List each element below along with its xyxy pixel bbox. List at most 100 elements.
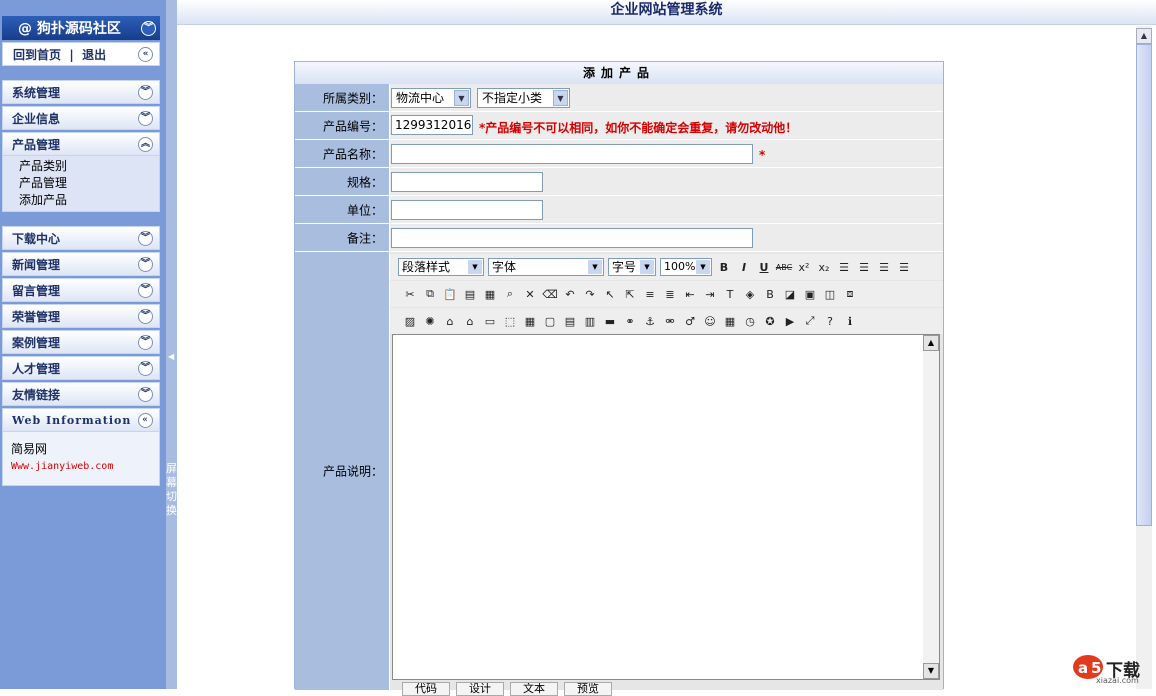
- spec-input[interactable]: [391, 172, 543, 192]
- collapse-arrow-icon[interactable]: ◀: [168, 352, 174, 361]
- screen-switch-bar[interactable]: ◀ 屏幕切换: [166, 0, 177, 689]
- screen-switch-label[interactable]: 屏幕切换: [166, 462, 177, 518]
- code-input[interactable]: 1299312016: [391, 115, 473, 135]
- page-icon[interactable]: ▶: [782, 313, 798, 329]
- bold-icon[interactable]: B: [716, 259, 732, 275]
- page-scrollbar[interactable]: ▲: [1136, 26, 1152, 689]
- menu-system[interactable]: 系统管理 ︾: [2, 80, 160, 104]
- select-icon[interactable]: ⇱: [622, 286, 638, 302]
- outdent-icon[interactable]: ⇤: [682, 286, 698, 302]
- anchor-icon[interactable]: ⚓: [642, 313, 658, 329]
- note-input[interactable]: [391, 228, 753, 248]
- align-left-icon[interactable]: ☰: [836, 259, 852, 275]
- paste-text-icon[interactable]: ▤: [462, 286, 478, 302]
- scroll-thumb[interactable]: [1136, 44, 1152, 526]
- block-color-icon[interactable]: B: [762, 286, 778, 302]
- info-icon[interactable]: ℹ: [842, 313, 858, 329]
- logout-link[interactable]: 退出: [82, 48, 106, 62]
- special-icon[interactable]: ✪: [762, 313, 778, 329]
- menu-talent[interactable]: 人才管理 ︾: [2, 356, 160, 380]
- flash-icon[interactable]: ✺: [422, 313, 438, 329]
- menu-company[interactable]: 企业信息 ︾: [2, 106, 160, 130]
- subscript-icon[interactable]: x₂: [816, 259, 832, 275]
- media-icon[interactable]: ⌂: [442, 313, 458, 329]
- text-color-icon[interactable]: T: [722, 286, 738, 302]
- cut-icon[interactable]: ✂: [402, 286, 418, 302]
- editor-scrollbar[interactable]: ▲ ▼: [923, 335, 939, 679]
- indent-icon[interactable]: ⇥: [702, 286, 718, 302]
- time-icon[interactable]: ◷: [742, 313, 758, 329]
- collapse-icon[interactable]: ︾: [141, 20, 156, 36]
- eraser-icon[interactable]: ⌫: [542, 286, 558, 302]
- editor-content[interactable]: ▲ ▼: [392, 334, 940, 680]
- paste-word-icon[interactable]: ▦: [482, 286, 498, 302]
- menu-honors[interactable]: 荣誉管理 ︾: [2, 304, 160, 328]
- size-select[interactable]: 字号 ▼: [608, 258, 656, 276]
- marquee-icon[interactable]: ▥: [582, 313, 598, 329]
- menu-product[interactable]: 产品管理 ︽: [2, 132, 160, 156]
- undo-icon[interactable]: ↶: [562, 286, 578, 302]
- ordered-list-icon[interactable]: ≡: [642, 286, 658, 302]
- table-icon[interactable]: ▭: [482, 313, 498, 329]
- unit-input[interactable]: [391, 200, 543, 220]
- pointer-icon[interactable]: ↖: [602, 286, 618, 302]
- home-link[interactable]: 回到首页: [13, 48, 61, 62]
- paste-icon[interactable]: 📋: [442, 286, 458, 302]
- hr-icon[interactable]: ▬: [602, 313, 618, 329]
- layers-icon[interactable]: ⧈: [842, 286, 858, 302]
- emoticon-icon[interactable]: ☺: [702, 313, 718, 329]
- image-icon[interactable]: ▨: [402, 313, 418, 329]
- menu-news[interactable]: 新闻管理 ︾: [2, 252, 160, 276]
- scroll-up-icon[interactable]: ▲: [1136, 28, 1152, 44]
- align-justify-icon[interactable]: ☰: [896, 259, 912, 275]
- file-icon[interactable]: ⌂: [462, 313, 478, 329]
- border-icon[interactable]: ◪: [782, 286, 798, 302]
- scroll-down-icon[interactable]: ▼: [923, 663, 939, 679]
- strikethrough-icon[interactable]: ABC: [776, 259, 792, 275]
- tab-preview[interactable]: 预览: [564, 682, 612, 696]
- link-icon[interactable]: ⚭: [622, 313, 638, 329]
- submenu-add-product[interactable]: 添加产品: [19, 192, 159, 209]
- delete-icon[interactable]: ✕: [522, 286, 538, 302]
- form-icon[interactable]: ▢: [542, 313, 558, 329]
- find-icon[interactable]: ⌕: [502, 286, 518, 302]
- cell-icon[interactable]: ⬚: [502, 313, 518, 329]
- paragraph-select[interactable]: 段落样式 ▼: [398, 258, 484, 276]
- tab-text[interactable]: 文本: [510, 682, 558, 696]
- menu-webinfo[interactable]: Web Information «: [2, 408, 160, 432]
- date-icon[interactable]: ▦: [722, 313, 738, 329]
- superscript-icon[interactable]: x²: [796, 259, 812, 275]
- underline-icon[interactable]: U: [756, 259, 772, 275]
- tab-design[interactable]: 设计: [456, 682, 504, 696]
- category-select[interactable]: 物流中心 ▼: [391, 88, 471, 108]
- tab-code[interactable]: 代码: [402, 682, 450, 696]
- scroll-up-icon[interactable]: ▲: [923, 335, 939, 351]
- unordered-list-icon[interactable]: ≣: [662, 286, 678, 302]
- frame-icon[interactable]: ▣: [802, 286, 818, 302]
- menu-links[interactable]: 友情链接 ︾: [2, 382, 160, 406]
- grid-icon[interactable]: ▦: [522, 313, 538, 329]
- align-right-icon[interactable]: ☰: [876, 259, 892, 275]
- italic-icon[interactable]: I: [736, 259, 752, 275]
- redo-icon[interactable]: ↷: [582, 286, 598, 302]
- copy-icon[interactable]: ⧉: [422, 286, 438, 302]
- help-icon[interactable]: ?: [822, 313, 838, 329]
- subcategory-select[interactable]: 不指定小类 ▼: [477, 88, 570, 108]
- align-center-icon[interactable]: ☰: [856, 259, 872, 275]
- chevron-left-icon[interactable]: «: [138, 46, 153, 62]
- fullscreen-icon[interactable]: ⤢: [802, 313, 818, 329]
- layer-icon[interactable]: ◫: [822, 286, 838, 302]
- doc-icon[interactable]: ▤: [562, 313, 578, 329]
- submenu-product-manage[interactable]: 产品管理: [19, 175, 159, 192]
- zoom-select[interactable]: 100% ▼: [660, 258, 712, 276]
- symbol-icon[interactable]: ♂: [682, 313, 698, 329]
- community-logo[interactable]: @ 狗扑源码社区 ︾: [2, 16, 160, 40]
- menu-download[interactable]: 下载中心 ︾: [2, 226, 160, 250]
- menu-messages[interactable]: 留言管理 ︾: [2, 278, 160, 302]
- menu-cases[interactable]: 案例管理 ︾: [2, 330, 160, 354]
- name-input[interactable]: [391, 144, 753, 164]
- site-url[interactable]: Www.jianyiweb.com: [11, 461, 159, 472]
- bg-color-icon[interactable]: ◈: [742, 286, 758, 302]
- unlink-icon[interactable]: ⚮: [662, 313, 678, 329]
- submenu-product-category[interactable]: 产品类别: [19, 158, 159, 175]
